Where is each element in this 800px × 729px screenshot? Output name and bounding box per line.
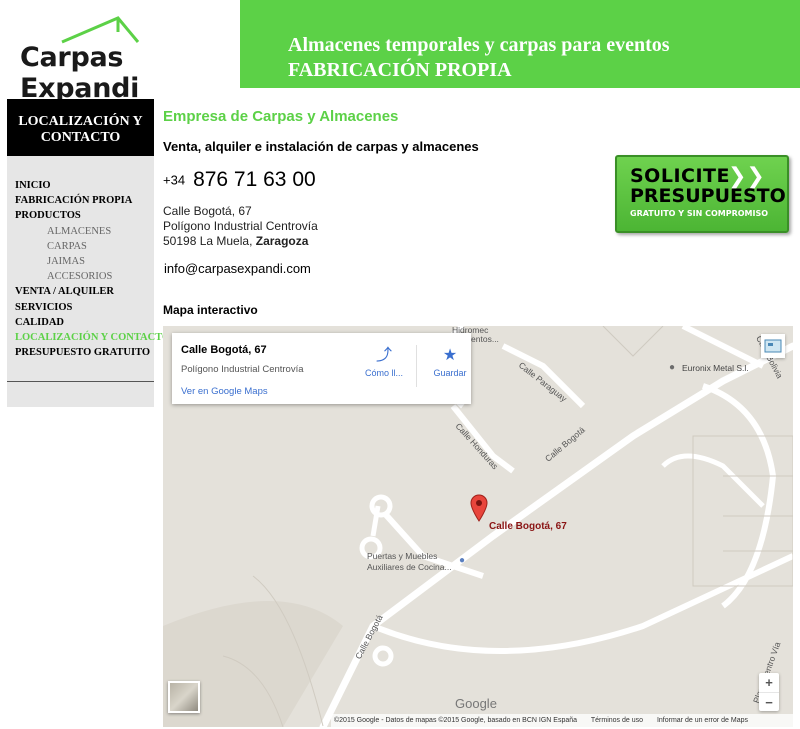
info-card-divider [416, 345, 417, 387]
address-poligono: Polígono Industrial Centrovía [163, 219, 318, 233]
phone-digits: 876 71 63 00 [193, 168, 316, 191]
request-quote-button[interactable]: SOLICITE ❯❯ PRESUPUESTO GRATUITO Y SIN C… [615, 155, 789, 233]
address-block: Calle Bogotá, 67 Polígono Industrial Cen… [163, 204, 318, 249]
map-pin-icon[interactable] [470, 494, 488, 522]
nav-sub-jaimas[interactable]: JAIMAS [15, 254, 154, 269]
info-card-subtitle: Polígono Industrial Centrovía [181, 364, 304, 375]
address-street: Calle Bogotá, 67 [163, 204, 252, 218]
nav-item-fabricacion[interactable]: FABRICACIÓN PROPIA [15, 193, 154, 208]
map-info-card: Calle Bogotá, 67 Polígono Industrial Cen… [172, 333, 471, 404]
interactive-map[interactable]: Calle Paraguay Calle Honduras Calle Bogo… [163, 326, 793, 727]
site-header: Carpas Expandi Almacenes temporales y ca… [0, 0, 800, 104]
cta-line2: PRESUPUESTO [630, 185, 786, 207]
nav-sub-almacenes[interactable]: ALMACENES [15, 224, 154, 239]
phone-prefix: +34 [163, 172, 186, 188]
sidebar-title: LOCALIZACIÓN Y CONTACTO [7, 99, 154, 156]
poi-puertas-line1: Puertas y Muebles [367, 551, 438, 561]
zoom-out-button[interactable]: − [759, 692, 779, 711]
terms-link[interactable]: Términos de uso [591, 717, 643, 724]
email-link[interactable]: info@carpasexpandi.com [164, 261, 311, 276]
business-icon[interactable]: ● [669, 362, 675, 373]
sidebar-title-line2: CONTACTO [40, 130, 121, 145]
sidebar-nav: INICIO FABRICACIÓN PROPIA PRODUCTOS ALMA… [7, 156, 170, 360]
save-button[interactable]: ★ Guardar [422, 347, 478, 378]
nav-sub-carpas[interactable]: CARPAS [15, 239, 154, 254]
info-card-title: Calle Bogotá, 67 [181, 344, 267, 356]
nav-item-inicio[interactable]: INICIO [15, 178, 154, 193]
directions-icon: ⤴ [375, 347, 392, 364]
phone-number[interactable]: +34 876 71 63 00 [163, 168, 316, 192]
google-logo: Google [455, 696, 497, 711]
header-tagline: Almacenes temporales y carpas para event… [288, 33, 670, 83]
pin-label: Calle Bogotá, 67 [489, 521, 567, 532]
directions-label: Cómo ll... [364, 368, 403, 378]
nav-item-productos[interactable]: PRODUCTOS [15, 208, 154, 223]
map-data-credit: ©2015 Google - Datos de mapas ©2015 Goog… [334, 717, 578, 724]
address-city: Zaragoza [255, 234, 309, 248]
poi-euronix: Euronix Metal S.l. [682, 363, 749, 373]
cta-line3: GRATUITO Y SIN COMPROMISO [630, 209, 769, 218]
main-content: Empresa de Carpas y Almacenes [163, 108, 793, 125]
logo-text: Carpas Expandi [20, 42, 140, 104]
tagline-line1: Almacenes temporales y carpas para event… [288, 34, 670, 56]
zoom-control: + − [759, 673, 779, 711]
logo[interactable]: Carpas Expandi [0, 0, 240, 104]
map-layer-icon[interactable] [761, 334, 785, 358]
view-in-google-maps-link[interactable]: Ver en Google Maps [181, 386, 268, 397]
address-city-line: 50198 La Muela, Zaragoza [163, 234, 318, 249]
company-title: Empresa de Carpas y Almacenes [163, 108, 399, 125]
sidebar: LOCALIZACIÓN Y CONTACTO INICIO FABRICACI… [7, 99, 170, 407]
star-icon: ★ [442, 347, 458, 364]
map-footer: ©2015 Google - Datos de mapas ©2015 Goog… [331, 714, 793, 727]
save-label: Guardar [433, 368, 467, 378]
nav-item-presupuesto[interactable]: PRESUPUESTO GRATUITO [15, 345, 154, 360]
nav-sub-accesorios[interactable]: ACCESORIOS [15, 269, 154, 284]
zoom-in-button[interactable]: + [759, 673, 779, 692]
cta-line1: SOLICITE [630, 165, 730, 187]
shop-icon[interactable]: ● [459, 555, 465, 566]
poi-puertas-line2: Auxiliares de Cocina... [367, 562, 452, 572]
address-postal: 50198 La Muela, [163, 234, 253, 248]
nav-item-calidad[interactable]: CALIDAD [15, 315, 154, 330]
sidebar-divider [7, 381, 154, 382]
tagline-line2: FABRICACIÓN PROPIA [288, 59, 512, 81]
map-heading: Mapa interactivo [163, 303, 258, 317]
sidebar-title-line1: LOCALIZACIÓN Y [18, 114, 143, 129]
satellite-toggle[interactable] [168, 681, 200, 713]
nav-item-venta-alquiler[interactable]: VENTA / ALQUILER [15, 284, 154, 299]
page-subtitle: Venta, alquiler e instalación de carpas … [163, 139, 479, 154]
nav-item-servicios[interactable]: SERVICIOS [15, 300, 154, 315]
directions-button[interactable]: ⤴ Cómo ll... [356, 347, 412, 378]
nav-item-localizacion[interactable]: LOCALIZACIÓN Y CONTACTO [15, 330, 170, 345]
report-error-link[interactable]: Informar de un error de Maps [657, 717, 748, 724]
